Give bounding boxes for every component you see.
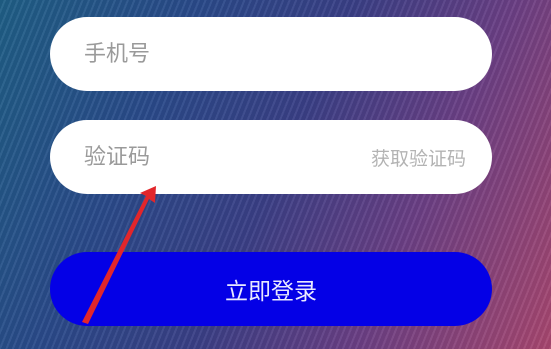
verification-code-field[interactable]: 获取验证码 — [50, 120, 492, 194]
phone-input[interactable] — [84, 41, 466, 67]
phone-field[interactable] — [50, 17, 492, 91]
verification-code-input[interactable] — [84, 144, 371, 170]
login-button[interactable]: 立即登录 — [50, 252, 492, 326]
get-code-button[interactable]: 获取验证码 — [371, 144, 466, 171]
